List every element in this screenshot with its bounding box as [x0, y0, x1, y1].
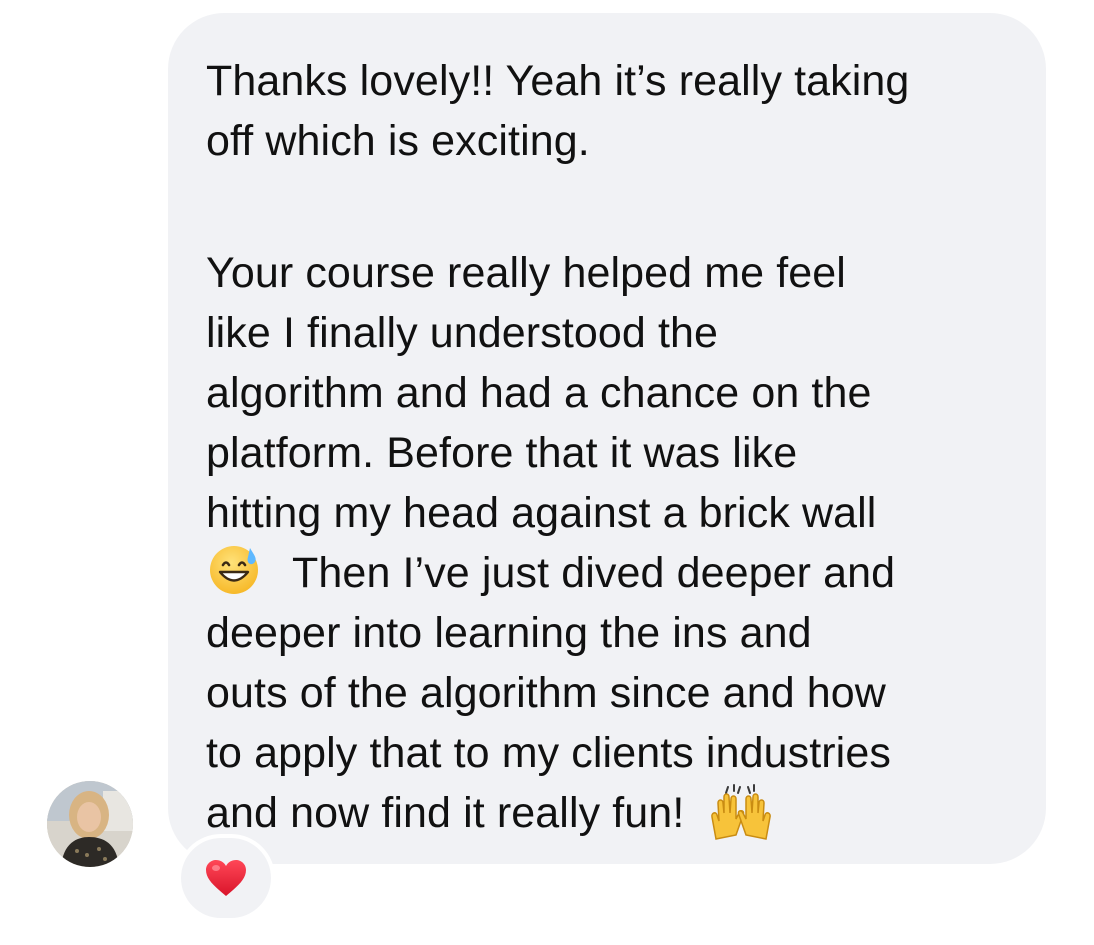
message-line: Thanks lovely!! Yeah it’s really taking: [206, 57, 910, 105]
chat-thread: Thanks lovely!! Yeah it’s really taking …: [0, 0, 1094, 945]
message-line: platform. Before that it was like: [206, 429, 798, 477]
avatar[interactable]: [47, 781, 133, 867]
message-line: Your course really helped me feel: [206, 249, 846, 297]
grinning-face-with-sweat-icon: [206, 543, 264, 595]
message-line: and now find it really fun!: [206, 783, 1016, 843]
message-bubble[interactable]: Thanks lovely!! Yeah it’s really taking …: [168, 13, 1046, 864]
message-line: deeper into learning the ins and: [206, 609, 812, 657]
message-line: to apply that to my clients industries: [206, 729, 891, 777]
message-line-text: Then I’ve just dived deeper and: [292, 549, 896, 597]
message-paragraph: Thanks lovely!! Yeah it’s really taking …: [206, 51, 1016, 171]
message-line-text: and now find it really fun!: [206, 789, 685, 837]
reaction-badge[interactable]: [181, 838, 271, 918]
message-text: Thanks lovely!! Yeah it’s really taking …: [206, 51, 1016, 843]
message-line: off which is exciting.: [206, 117, 590, 165]
avatar-photo: [47, 781, 133, 867]
message-line: algorithm and had a chance on the: [206, 369, 872, 417]
message-line: outs of the algorithm since and how: [206, 669, 886, 717]
raising-hands-icon: [708, 783, 774, 841]
message-line: hitting my head against a brick wall: [206, 489, 877, 537]
message-paragraph: Your course really helped me feel like I…: [206, 243, 1016, 843]
red-heart-icon: [206, 860, 246, 896]
message-line: Then I’ve just dived deeper and: [206, 543, 1016, 603]
message-line: like I finally understood the: [206, 309, 719, 357]
